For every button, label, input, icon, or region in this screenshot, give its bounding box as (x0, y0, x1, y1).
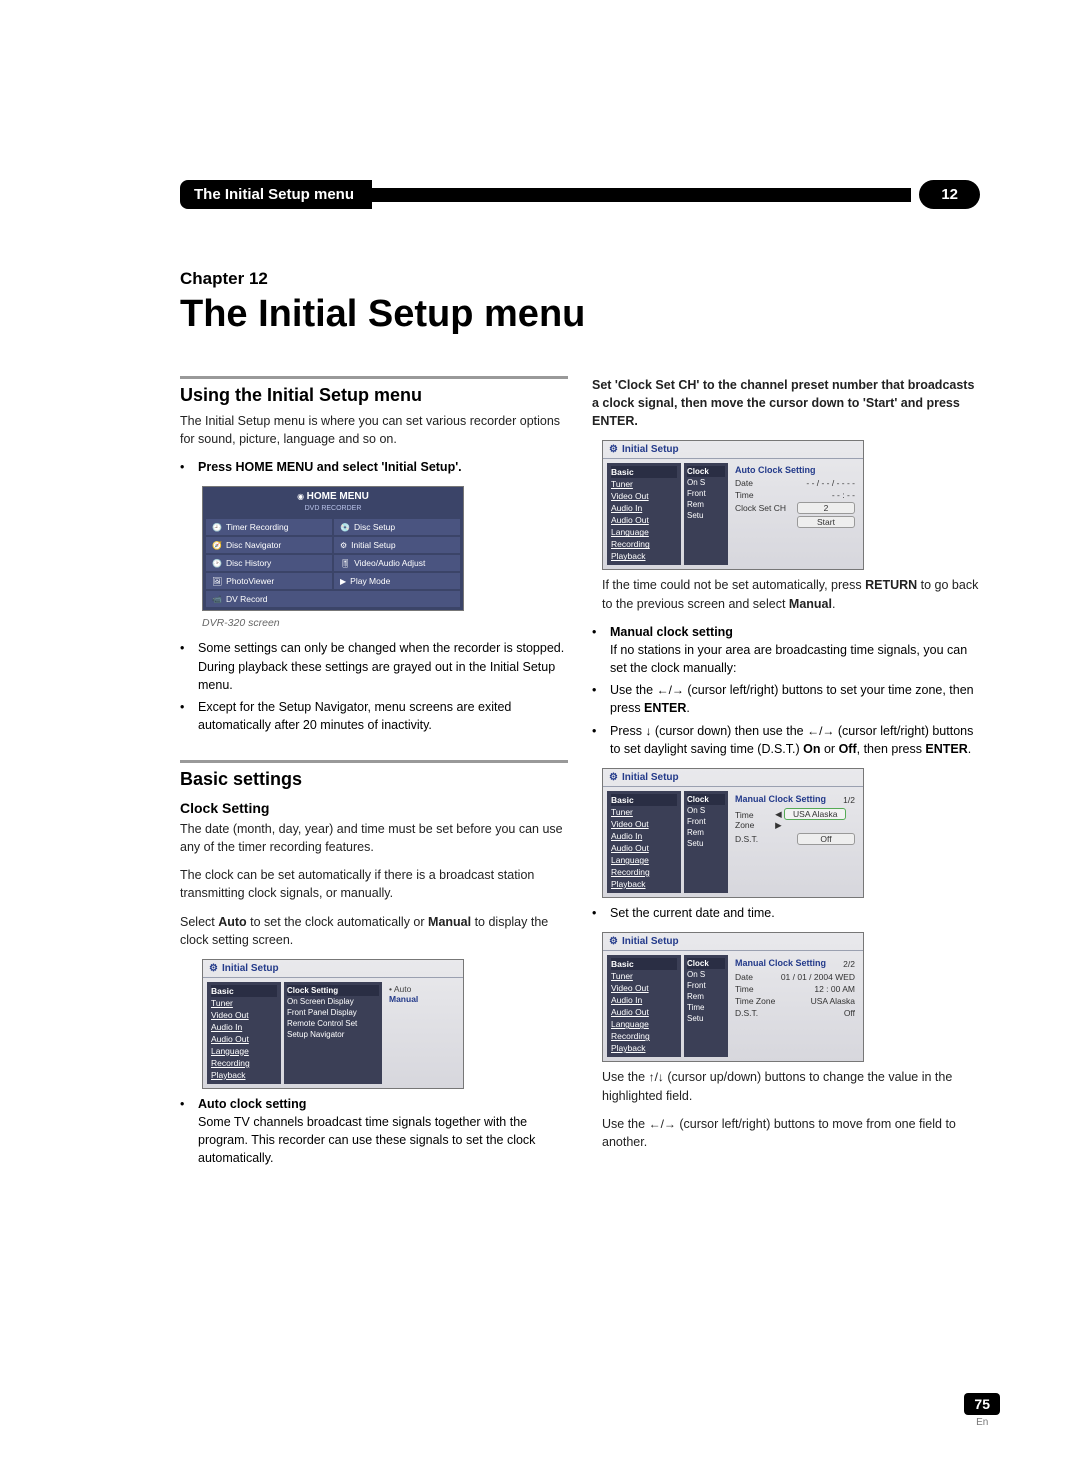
auto-clock-heading: • Auto clock setting Some TV channels br… (180, 1095, 568, 1168)
ui-submenu-trunc: Clock On S Front Rem Time Setu (684, 955, 728, 1057)
hm-disc-setup: 💿Disc Setup (334, 519, 460, 535)
figure-manual-clock-1: ⚙Initial Setup Basic Tuner Video Out Aud… (602, 768, 864, 898)
ui-sidebar: Basic Tuner Video Out Audio In Audio Out… (607, 463, 681, 565)
sliders-icon: 🎚 (340, 559, 350, 568)
manual-step-1: • Use the ←/→ (cursor left/right) button… (592, 681, 980, 718)
clock-paragraph-1: The date (month, day, year) and time mus… (180, 820, 568, 856)
clock-paragraph-3: Select Auto to set the clock automatical… (180, 913, 568, 949)
figure-auto-clock: ⚙Initial Setup Basic Tuner Video Out Aud… (602, 440, 864, 570)
hm-initial-setup: ⚙Initial Setup (334, 537, 460, 553)
figure-manual-clock-2: ⚙Initial Setup Basic Tuner Video Out Aud… (602, 932, 864, 1062)
home-menu-title: ◉ HOME MENU DVD RECORDER (203, 487, 463, 516)
photo-icon: 🖼 (212, 577, 222, 586)
section-rule (180, 376, 568, 379)
page-title: The Initial Setup menu (180, 293, 980, 336)
header-bar: The Initial Setup menu 12 (180, 180, 980, 209)
hm-timer-recording: 🕘Timer Recording (206, 519, 332, 535)
clock-paragraph-2: The clock can be set automatically if th… (180, 866, 568, 902)
gear-icon: ⚙ (340, 541, 347, 550)
clock-icon: 🕘 (212, 523, 222, 532)
note-auto-exit: • Except for the Setup Navigator, menu s… (180, 698, 568, 734)
figure-caption: DVR-320 screen (202, 617, 568, 629)
gear-icon: ⚙ (609, 772, 618, 783)
camera-icon: 📹 (212, 595, 222, 604)
subhead-clock-setting: Clock Setting (180, 800, 568, 816)
left-column: Using the Initial Setup menu The Initial… (180, 376, 568, 1171)
dvd-icon: ◉ (297, 492, 304, 501)
header-rule (372, 188, 911, 202)
hm-disc-history: 🕑Disc History (206, 555, 332, 571)
play-icon: ▶ (340, 577, 346, 586)
ui-sidebar: Basic Tuner Video Out Audio In Audio Out… (607, 791, 681, 893)
hm-dv-record: 📹DV Record (206, 591, 460, 607)
instruction-press-home: • Press HOME MENU and select 'Initial Se… (180, 458, 568, 476)
ui-manual-1-panel: Manual Clock Setting1/2 Time Zone◀ USA A… (731, 791, 859, 893)
tail-paragraph-1: Use the ↑/↓ (cursor up/down) buttons to … (602, 1068, 980, 1105)
hm-photoviewer: 🖼PhotoViewer (206, 573, 332, 589)
section-heading-basic: Basic settings (180, 769, 568, 790)
ui-sidebar: Basic Tuner Video Out Audio In Audio Out… (607, 955, 681, 1057)
nav-icon: 🧭 (212, 541, 222, 550)
header-title-tab: The Initial Setup menu (180, 180, 372, 209)
ui-manual-2-panel: Manual Clock Setting2/2 Date01 / 01 / 20… (731, 955, 859, 1057)
tail-paragraph-2: Use the ←/→ (cursor left/right) buttons … (602, 1115, 980, 1152)
ui-submenu: Clock Setting On Screen Display Front Pa… (284, 982, 382, 1084)
start-button: Start (797, 516, 855, 528)
arrow-left-right-icon: ←/→ (649, 1117, 676, 1131)
arrow-left-right-icon: ←/→ (807, 724, 834, 738)
chapter-label: Chapter 12 (180, 269, 980, 289)
arrow-up-down-icon: ↑/↓ (649, 1070, 664, 1084)
set-clock-ch-instruction: Set 'Clock Set CH' to the channel preset… (592, 376, 980, 430)
figure-home-menu: ◉ HOME MENU DVD RECORDER 🕘Timer Recordin… (202, 486, 464, 611)
right-column: Set 'Clock Set CH' to the channel preset… (592, 376, 980, 1171)
return-paragraph: If the time could not be set automatical… (602, 576, 980, 612)
hm-video-audio-adjust: 🎚Video/Audio Adjust (334, 555, 460, 571)
header-chapter-number: 12 (919, 180, 980, 209)
disc-icon: 💿 (340, 523, 350, 532)
section-heading-using: Using the Initial Setup menu (180, 385, 568, 406)
manual-step-2: • Press ↓ (cursor down) then use the ←/→… (592, 722, 980, 759)
set-current-date-time: • Set the current date and time. (592, 904, 980, 922)
arrow-left-right-icon: ←/→ (657, 683, 684, 697)
page-number: 75 En (964, 1393, 1000, 1428)
history-icon: 🕑 (212, 559, 222, 568)
section-rule (180, 760, 568, 763)
manual-clock-heading: • Manual clock setting If no stations in… (592, 623, 980, 677)
ui-submenu-trunc: Clock On S Front Rem Setu (684, 463, 728, 565)
ui-options: • Auto Manual (385, 982, 459, 1084)
ui-sidebar: Basic Tuner Video Out Audio In Audio Out… (207, 982, 281, 1084)
hm-play-mode: ▶Play Mode (334, 573, 460, 589)
gear-icon: ⚙ (209, 963, 218, 974)
intro-paragraph: The Initial Setup menu is where you can … (180, 412, 568, 448)
ui-auto-panel: Auto Clock Setting Date- - / - - / - - -… (731, 463, 859, 565)
clock-set-ch-value: 2 (797, 502, 855, 514)
ui-submenu-trunc: Clock On S Front Rem Setu (684, 791, 728, 893)
hm-disc-navigator: 🧭Disc Navigator (206, 537, 332, 553)
gear-icon: ⚙ (609, 936, 618, 947)
figure-clock-setting-menu: ⚙Initial Setup Basic Tuner Video Out Aud… (202, 959, 464, 1089)
note-grayed-out: • Some settings can only be changed when… (180, 639, 568, 693)
gear-icon: ⚙ (609, 444, 618, 455)
